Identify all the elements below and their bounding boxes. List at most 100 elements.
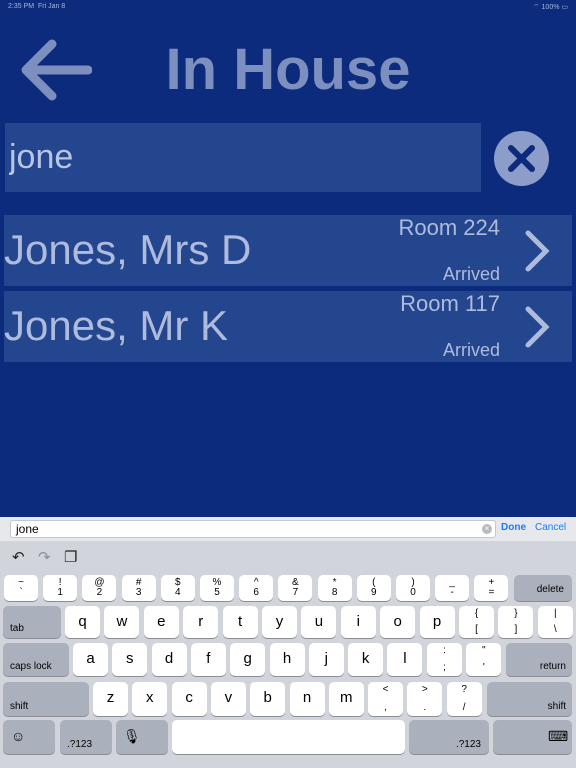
key-g[interactable]: g: [230, 643, 266, 676]
key-s[interactable]: s: [112, 643, 148, 676]
guest-row-1[interactable]: Jones, Mrs D Room 224 Arrived: [4, 215, 572, 286]
guest-status: Arrived: [442, 340, 500, 360]
key-label: a: [86, 650, 95, 667]
key-a[interactable]: a: [73, 643, 108, 676]
key-shift-char: :: [443, 645, 446, 656]
key-5[interactable]: % 5: [200, 575, 234, 601]
shift-key-right[interactable]: shift: [487, 682, 572, 716]
paste-icon[interactable]: ❐: [64, 548, 77, 566]
key-char: `: [19, 587, 23, 598]
key-label: k: [361, 650, 370, 667]
key-char: 3: [135, 587, 142, 598]
key-char: ;: [443, 662, 446, 673]
key-6[interactable]: ^ 6: [239, 575, 274, 601]
key-label: b: [263, 689, 272, 706]
done-button[interactable]: Done: [501, 522, 526, 533]
key-n[interactable]: n: [289, 682, 325, 716]
key-x[interactable]: x: [132, 682, 168, 716]
dictation-key[interactable]: 🎙: [116, 720, 168, 754]
key-label: d: [164, 650, 174, 667]
key-;[interactable]: :;: [427, 643, 462, 676]
return-key[interactable]: return: [506, 643, 572, 676]
search-input[interactable]: [5, 123, 481, 192]
key-o[interactable]: o: [380, 606, 416, 638]
key-.[interactable]: >.: [407, 682, 443, 716]
keyboard-dismiss-icon: ⌨: [548, 728, 569, 744]
key-b[interactable]: b: [250, 682, 286, 716]
key-shift-char: <: [382, 684, 389, 695]
key-label: y: [275, 613, 284, 630]
key-label: u: [314, 613, 324, 630]
key-9[interactable]: (9: [356, 575, 391, 601]
key-,[interactable]: <,: [368, 682, 403, 716]
key-label: o: [393, 613, 402, 630]
guest-row-2[interactable]: Jones, Mr K Room 117 Arrived: [4, 291, 572, 362]
key-v[interactable]: v: [210, 682, 246, 716]
key-char: [: [475, 624, 478, 635]
guest-room: Room 117: [400, 291, 500, 316]
key-'[interactable]: " ': [466, 643, 502, 676]
space-bar[interactable]: [172, 720, 405, 754]
key-label: .?123: [455, 739, 481, 750]
key-j[interactable]: j: [308, 643, 344, 676]
key-][interactable]: }]: [498, 606, 534, 638]
key-char: .: [423, 702, 427, 713]
key-\[interactable]: | \: [537, 606, 573, 638]
close-icon: [508, 145, 535, 172]
redo-icon[interactable]: ↷: [38, 548, 51, 566]
key-label: l: [403, 650, 407, 667]
key-3[interactable]: #3: [121, 575, 156, 601]
delete-key[interactable]: delete: [514, 575, 572, 601]
key-/[interactable]: ? /: [446, 682, 482, 716]
cancel-button[interactable]: Cancel: [535, 522, 566, 533]
key-[[interactable]: {[: [459, 606, 494, 638]
key-d[interactable]: d: [151, 643, 187, 676]
key-=[interactable]: + =: [474, 575, 509, 601]
key-i[interactable]: i: [340, 606, 376, 638]
key-label: m: [340, 689, 353, 706]
accessory-text-field[interactable]: jone ×: [10, 520, 496, 538]
key-1[interactable]: ! 1: [43, 575, 78, 601]
search-box[interactable]: [5, 123, 481, 192]
key-l[interactable]: l: [387, 643, 423, 676]
accessory-clear-icon[interactable]: ×: [482, 524, 492, 534]
undo-icon[interactable]: ↶: [12, 548, 25, 566]
key-u[interactable]: u: [301, 606, 337, 638]
hide-keyboard-key[interactable]: ⌨: [493, 720, 572, 754]
key-k[interactable]: k: [348, 643, 384, 676]
caps-lock-key[interactable]: caps lock: [3, 643, 69, 676]
key-label: p: [432, 613, 442, 630]
key--[interactable]: _ -: [435, 575, 470, 601]
key-7[interactable]: & 7: [278, 575, 313, 601]
numbers-key-right[interactable]: .?123: [409, 720, 489, 754]
shift-key-left[interactable]: shift: [3, 682, 89, 716]
key-h[interactable]: h: [269, 643, 305, 676]
tab-key[interactable]: tab: [3, 606, 61, 638]
key-y[interactable]: y: [262, 606, 297, 638]
key-label: f: [206, 650, 211, 667]
key-char: 1: [57, 587, 63, 598]
key-t[interactable]: t: [222, 606, 258, 638]
key-f[interactable]: f: [190, 643, 226, 676]
key-z[interactable]: z: [93, 682, 128, 716]
numbers-key-left[interactable]: .?123: [60, 720, 112, 754]
key-label: caps lock: [10, 661, 52, 672]
key-label: w: [116, 613, 128, 630]
key-m[interactable]: m: [328, 682, 364, 716]
key-w[interactable]: w: [104, 606, 140, 638]
key-q[interactable]: q: [65, 606, 100, 638]
key-p[interactable]: p: [419, 606, 455, 638]
key-char: 8: [331, 587, 338, 598]
emoji-key[interactable]: ☺: [3, 720, 55, 754]
key-r[interactable]: r: [183, 606, 219, 638]
key-label: s: [126, 650, 134, 667]
key-2[interactable]: @2: [82, 575, 117, 601]
key-e[interactable]: e: [143, 606, 179, 638]
clear-search-button[interactable]: [494, 131, 549, 186]
emoji-icon: ☺: [11, 728, 26, 744]
key-4[interactable]: $4: [160, 575, 195, 601]
key-0[interactable]: ) 0: [396, 575, 430, 601]
key-`[interactable]: ~ `: [4, 575, 38, 601]
key-c[interactable]: c: [171, 682, 207, 716]
key-8[interactable]: * 8: [317, 575, 352, 601]
